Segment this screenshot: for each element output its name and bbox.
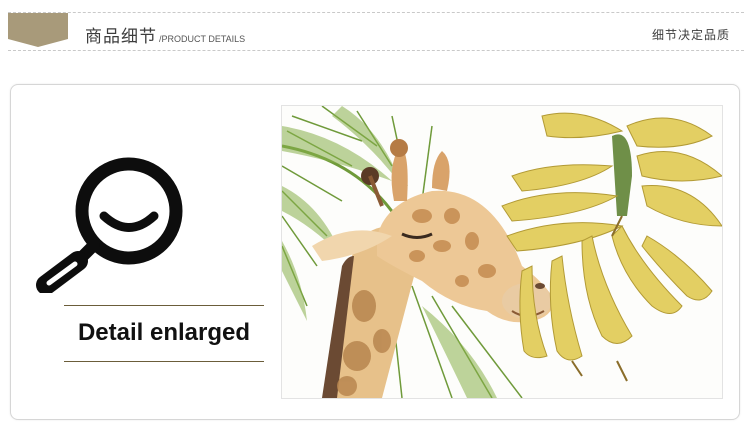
header-tag-icon [8,13,68,47]
section-title-en: /PRODUCT DETAILS [159,34,246,44]
caption-bottom-rule [64,361,264,362]
banana-bunch [501,112,722,382]
section-title-cn: 商品细节 [85,27,157,47]
section-title: 商品细节 /PRODUCT DETAILS [85,22,245,47]
header-slogan: 细节决定品质 [651,28,730,42]
header-top-dashed-rule [8,12,744,13]
magnifier-icon [36,157,183,293]
caption-block: Detail enlarged [64,305,264,362]
giraffe-banana-illustration [282,106,722,398]
section-header: 商品细节 /PRODUCT DETAILS 细节决定品质 [8,0,744,58]
caption-top-rule [64,305,264,306]
product-detail-image [281,105,723,399]
detail-caption: Detail enlarged [77,319,251,346]
detail-panel: Detail enlarged [10,84,740,420]
header-bottom-dashed-rule [8,50,744,51]
